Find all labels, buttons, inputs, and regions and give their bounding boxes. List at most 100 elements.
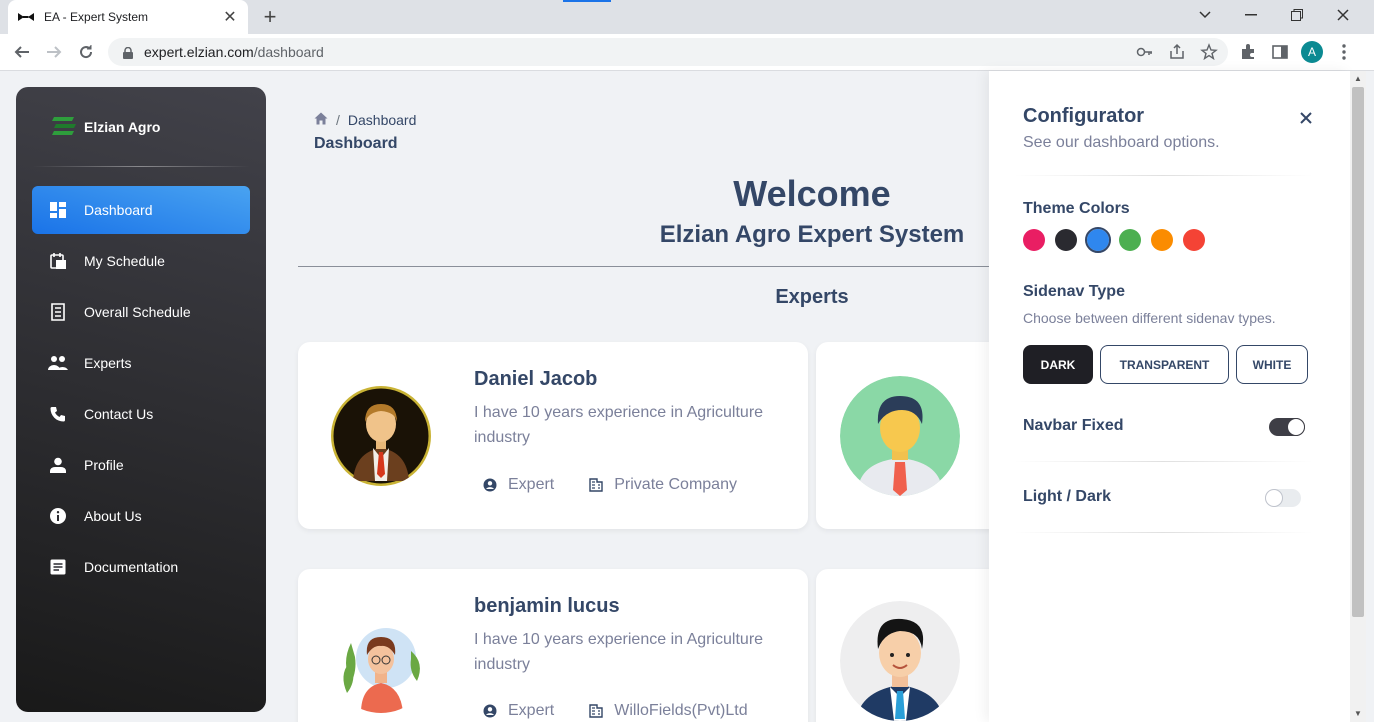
sidebar-item-label: About Us bbox=[84, 508, 142, 524]
tab-close-icon[interactable]: ✕ bbox=[222, 7, 238, 27]
sidenav-type-label: Sidenav Type bbox=[1023, 283, 1125, 300]
elzian-logo-icon bbox=[50, 113, 78, 141]
sidebar-item-documentation[interactable]: Documentation bbox=[32, 543, 250, 591]
configurator-divider bbox=[1013, 532, 1313, 533]
lock-icon bbox=[122, 46, 134, 59]
experts-heading: Experts bbox=[775, 286, 849, 308]
expert-card[interactable]: Daniel Jacob I have 10 years experience … bbox=[298, 342, 808, 529]
sidenav-type-buttons: DARK TRANSPARENT WHITE bbox=[1023, 345, 1308, 384]
configurator-divider bbox=[1013, 461, 1313, 462]
tab-loading-indicator bbox=[563, 0, 611, 2]
document-icon bbox=[48, 557, 68, 577]
configurator-divider bbox=[1013, 175, 1313, 176]
sidebar-item-label: Documentation bbox=[84, 559, 179, 575]
sidenav-dark-button[interactable]: DARK bbox=[1023, 345, 1093, 384]
back-button[interactable] bbox=[10, 40, 34, 64]
sidebar-item-profile[interactable]: Profile bbox=[32, 441, 250, 489]
theme-colors-label: Theme Colors bbox=[1023, 200, 1130, 217]
configurator-panel: Configurator See our dashboard options. … bbox=[989, 71, 1350, 722]
sidebar-item-about-us[interactable]: About Us bbox=[32, 492, 250, 540]
home-icon[interactable] bbox=[314, 112, 328, 128]
theme-color-green[interactable] bbox=[1119, 229, 1141, 251]
tab-search-icon[interactable] bbox=[1182, 0, 1228, 30]
configurator-subtitle: See our dashboard options. bbox=[1023, 134, 1220, 151]
expert-avatar bbox=[331, 386, 431, 486]
profile-avatar[interactable]: A bbox=[1300, 40, 1324, 64]
expert-card[interactable]: benjamin lucus I have 10 years experienc… bbox=[298, 569, 808, 722]
address-bar[interactable]: expert.elzian.com/dashboard bbox=[108, 38, 1228, 66]
expert-name: benjamin lucus bbox=[474, 595, 620, 617]
welcome-subheading: Elzian Agro Expert System bbox=[659, 221, 965, 248]
sidebar-item-overall-schedule[interactable]: Overall Schedule bbox=[32, 288, 250, 336]
restore-button[interactable] bbox=[1274, 0, 1320, 30]
expert-avatar bbox=[840, 601, 960, 721]
expert-role: Expert bbox=[508, 702, 555, 719]
navbar-fixed-label: Navbar Fixed bbox=[1023, 417, 1124, 434]
sidenav-divider bbox=[32, 166, 250, 167]
browser-tab[interactable]: EA - Expert System ✕ bbox=[8, 0, 248, 34]
reload-button[interactable] bbox=[74, 40, 98, 64]
expert-avatar bbox=[840, 376, 960, 496]
share-icon[interactable] bbox=[1168, 43, 1186, 66]
navbar-fixed-toggle[interactable] bbox=[1269, 418, 1305, 436]
close-icon[interactable] bbox=[1297, 109, 1315, 127]
theme-color-dark[interactable] bbox=[1055, 229, 1077, 251]
expert-company: Private Company bbox=[614, 476, 737, 493]
url-host: expert.elzian.com bbox=[144, 44, 254, 60]
browser-tab-bar: EA - Expert System ✕ + bbox=[0, 0, 1374, 34]
theme-color-red[interactable] bbox=[1183, 229, 1205, 251]
calendar-icon bbox=[48, 251, 68, 271]
scroll-up-icon[interactable]: ▲ bbox=[1352, 73, 1364, 85]
business-icon bbox=[588, 703, 604, 719]
scroll-down-icon[interactable]: ▼ bbox=[1352, 708, 1364, 720]
browser-menu-icon[interactable] bbox=[1332, 40, 1356, 64]
toggle-knob bbox=[1265, 489, 1283, 507]
key-icon[interactable] bbox=[1136, 43, 1154, 66]
receipt-icon bbox=[48, 302, 68, 322]
light-dark-toggle[interactable] bbox=[1265, 489, 1301, 507]
expert-role: Expert bbox=[508, 476, 555, 493]
theme-color-pink[interactable] bbox=[1023, 229, 1045, 251]
account-circle-icon bbox=[482, 477, 498, 493]
sidebar-item-my-schedule[interactable]: My Schedule bbox=[32, 237, 250, 285]
sidenav-transparent-button[interactable]: TRANSPARENT bbox=[1100, 345, 1229, 384]
page-scrollbar[interactable]: ▲ ▼ bbox=[1350, 71, 1366, 722]
sidebar-item-experts[interactable]: Experts bbox=[32, 339, 250, 387]
sidebar-item-label: Overall Schedule bbox=[84, 304, 191, 320]
forward-button[interactable] bbox=[42, 40, 66, 64]
site-favicon-icon bbox=[18, 9, 34, 25]
brand[interactable]: Elzian Agro bbox=[50, 113, 161, 141]
minimize-button[interactable] bbox=[1228, 0, 1274, 30]
extensions-icon[interactable] bbox=[1236, 40, 1260, 64]
sidebar-item-label: Contact Us bbox=[84, 406, 154, 422]
expert-bio: I have 10 years experience in Agricultur… bbox=[474, 631, 764, 673]
sidebar-item-dashboard[interactable]: Dashboard bbox=[32, 186, 250, 234]
info-icon bbox=[48, 506, 68, 526]
theme-color-blue[interactable] bbox=[1085, 227, 1111, 253]
url-path: /dashboard bbox=[253, 44, 324, 60]
theme-color-picker bbox=[1023, 227, 1205, 253]
sidebar-item-label: Experts bbox=[84, 355, 132, 371]
expert-meta: Expert Private Company bbox=[482, 476, 737, 494]
sidebar-item-label: Dashboard bbox=[84, 202, 153, 218]
people-icon bbox=[48, 353, 68, 373]
sidenav-white-button[interactable]: WHITE bbox=[1236, 345, 1308, 384]
side-panel-icon[interactable] bbox=[1268, 40, 1292, 64]
profile-initial: A bbox=[1301, 41, 1323, 63]
phone-icon bbox=[48, 404, 68, 424]
close-window-button[interactable] bbox=[1320, 0, 1366, 30]
tab-title: EA - Expert System bbox=[44, 10, 149, 24]
scroll-thumb[interactable] bbox=[1352, 87, 1364, 617]
person-icon bbox=[48, 455, 68, 475]
expert-name: Daniel Jacob bbox=[474, 368, 598, 390]
browser-toolbar: expert.elzian.com/dashboard A bbox=[0, 34, 1374, 71]
sidebar-item-label: Profile bbox=[84, 457, 124, 473]
welcome-heading: Welcome bbox=[733, 173, 891, 214]
new-tab-button[interactable]: + bbox=[260, 5, 280, 29]
bookmark-star-icon[interactable] bbox=[1200, 43, 1218, 66]
business-icon bbox=[588, 477, 604, 493]
sidebar-item-contact-us[interactable]: Contact Us bbox=[32, 390, 250, 438]
expert-avatar bbox=[331, 613, 431, 713]
sidenav-type-hint: Choose between different sidenav types. bbox=[1023, 310, 1276, 326]
theme-color-orange[interactable] bbox=[1151, 229, 1173, 251]
